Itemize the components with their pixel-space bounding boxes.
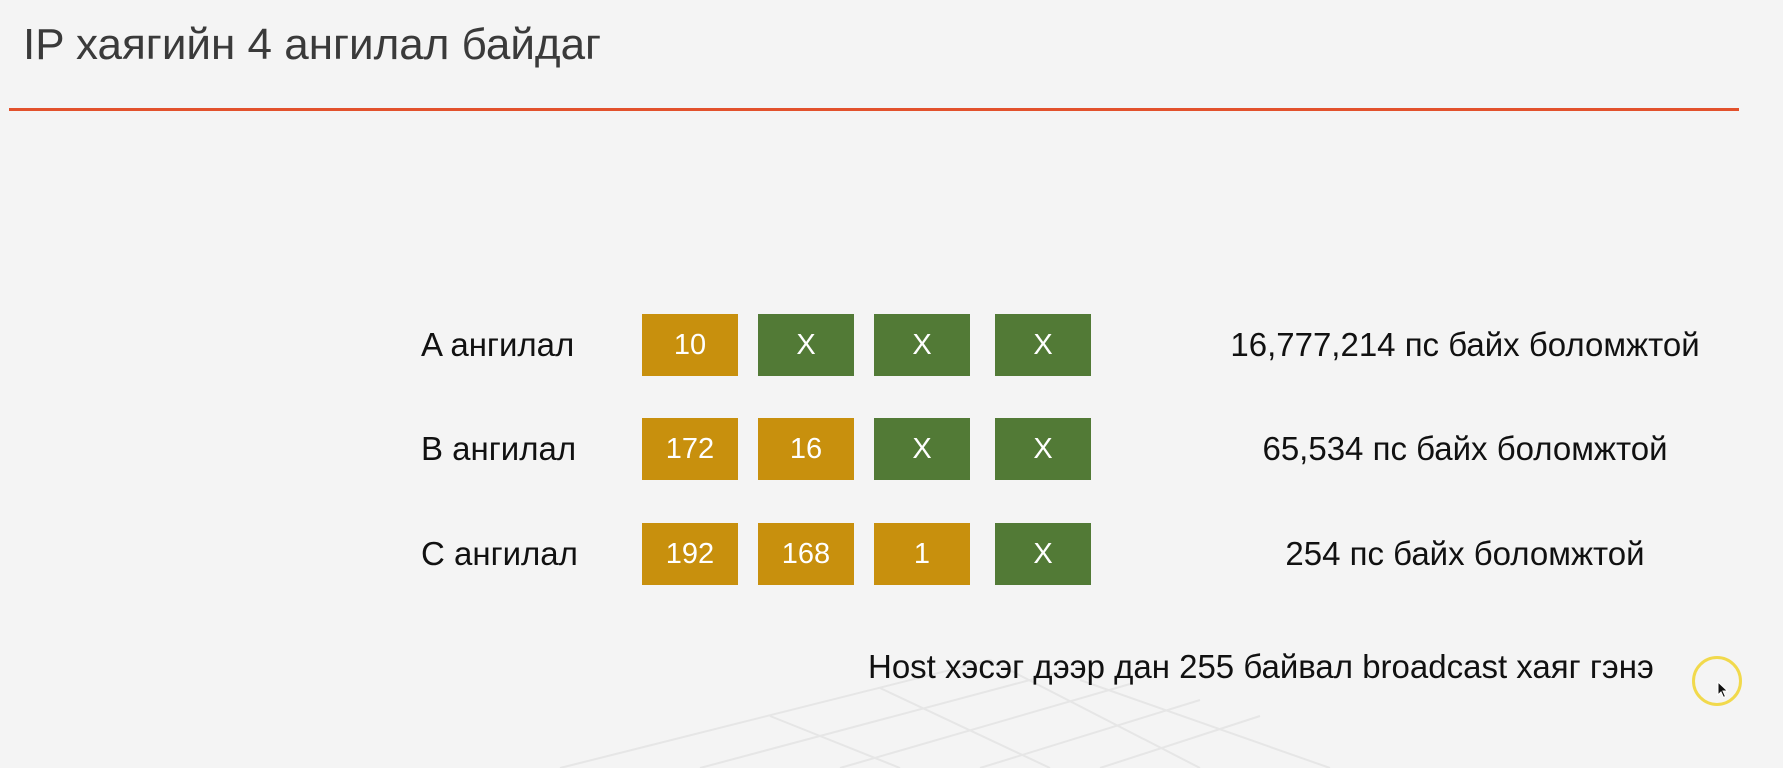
- broadcast-footnote: Host хэсэг дээр дан 255 байвал broadcast…: [868, 648, 1654, 685]
- host-octet: X: [995, 418, 1091, 480]
- host-count-description: 254 пс байх боломжтой: [1285, 535, 1645, 572]
- host-octet: X: [874, 314, 970, 376]
- host-octet: X: [874, 418, 970, 480]
- class-label: B ангилал: [421, 430, 577, 467]
- ip-class-row-c: C ангилал 192 168 1 X 254 пс байх боломж…: [0, 523, 1783, 585]
- class-label: C ангилал: [421, 535, 578, 572]
- class-label: A ангилал: [421, 326, 575, 363]
- network-octet: 10: [642, 314, 738, 376]
- host-octet: X: [758, 314, 854, 376]
- host-octet: X: [995, 523, 1091, 585]
- network-octet: 192: [642, 523, 738, 585]
- network-octet: 168: [758, 523, 854, 585]
- host-count-description: 16,777,214 пс байх боломжтой: [1230, 326, 1700, 363]
- host-count-description: 65,534 пс байх боломжтой: [1262, 430, 1668, 467]
- host-octet: X: [995, 314, 1091, 376]
- ip-class-row-a: A ангилал 10 X X X 16,777,214 пс байх бо…: [0, 314, 1783, 376]
- mouse-pointer-icon: [1717, 681, 1729, 699]
- ip-class-row-b: B ангилал 172 16 X X 65,534 пс байх боло…: [0, 418, 1783, 480]
- title-divider: [9, 108, 1739, 111]
- network-octet: 16: [758, 418, 854, 480]
- slide-title: IP хаягийн 4 ангилал байдаг: [23, 20, 602, 69]
- network-octet: 172: [642, 418, 738, 480]
- network-octet: 1: [874, 523, 970, 585]
